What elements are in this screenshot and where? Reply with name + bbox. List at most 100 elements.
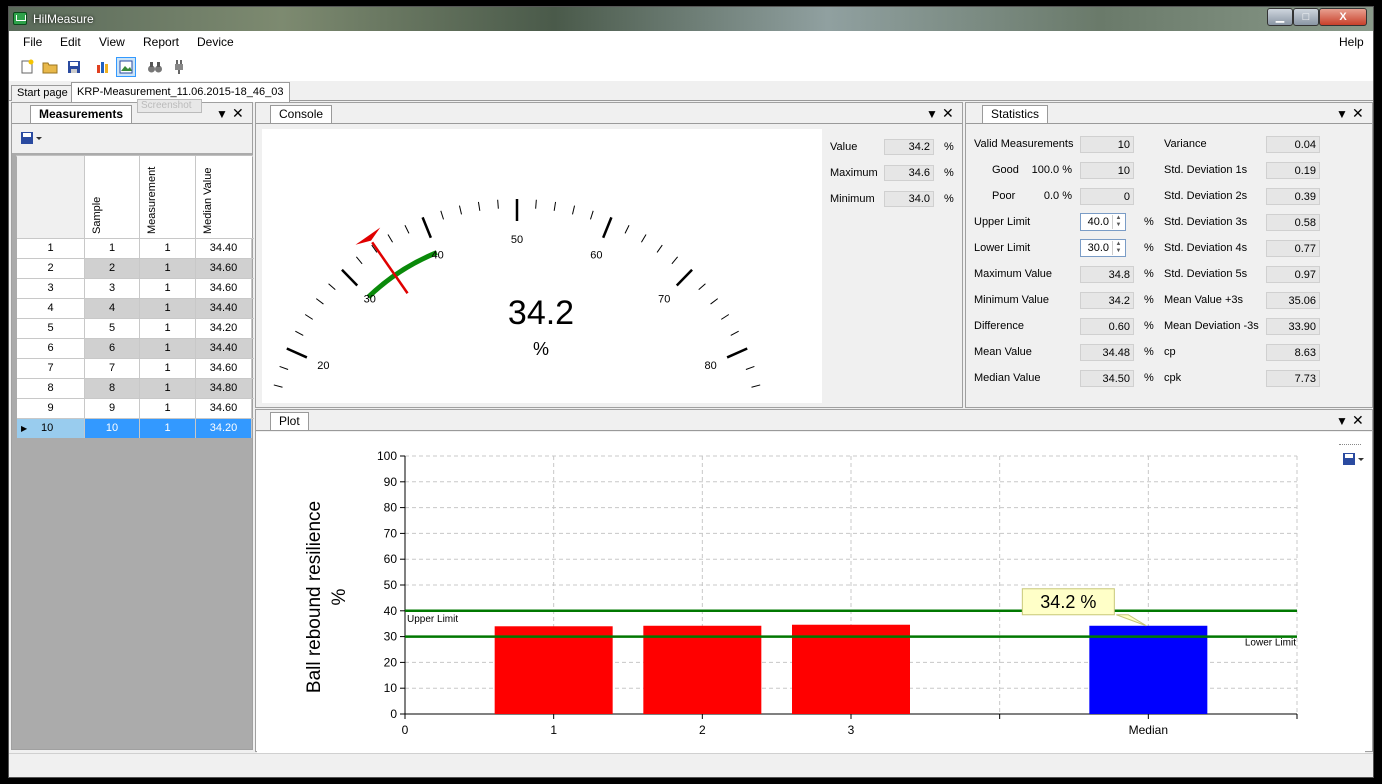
row-header[interactable]: 8 <box>17 379 85 398</box>
row-header[interactable]: 9 <box>17 399 85 418</box>
cell-measurement[interactable]: 1 <box>140 279 196 298</box>
plot-save-icon[interactable] <box>1342 452 1364 469</box>
cell-measurement[interactable]: 1 <box>140 359 196 378</box>
menu-report[interactable]: Report <box>143 35 179 49</box>
open-icon[interactable] <box>40 57 60 77</box>
col-header-measurement[interactable]: Measurement <box>140 156 196 238</box>
measurements-tab[interactable]: Measurements <box>30 105 133 123</box>
cell-measurement[interactable]: 1 <box>140 399 196 418</box>
menu-file[interactable]: File <box>23 35 42 49</box>
pane-dropdown-icon[interactable]: ▼ <box>216 107 228 121</box>
plot-dropdown-icon[interactable]: ▼ <box>1336 414 1348 428</box>
cell-median[interactable]: 34.20 <box>196 419 252 438</box>
cell-sample[interactable]: 9 <box>85 399 140 418</box>
cell-median[interactable]: 34.60 <box>196 279 252 298</box>
console-close-icon[interactable]: ✕ <box>942 105 954 122</box>
cell-measurement[interactable]: 1 <box>140 379 196 398</box>
gauge-major-tick <box>675 268 693 287</box>
maximize-button[interactable]: □ <box>1293 8 1319 26</box>
console-tab[interactable]: Console <box>270 105 333 123</box>
cell-median[interactable]: 34.60 <box>196 259 252 278</box>
stat-value: 0 <box>1080 188 1134 205</box>
cell-measurement[interactable]: 1 <box>140 339 196 358</box>
row-header[interactable]: 10 <box>17 419 85 438</box>
cell-median[interactable]: 34.60 <box>196 399 252 418</box>
bar[interactable] <box>643 625 762 714</box>
table-row[interactable]: 7 7 1 34.60 <box>17 358 254 378</box>
table-row[interactable]: 9 9 1 34.60 <box>17 398 254 418</box>
table-row[interactable]: 1 1 1 34.40 <box>17 238 254 258</box>
gauge-tick-label: 70 <box>658 293 670 305</box>
cell-sample[interactable]: 1 <box>85 239 140 258</box>
cell-measurement[interactable]: 1 <box>140 299 196 318</box>
cell-median[interactable]: 34.80 <box>196 379 252 398</box>
cell-sample[interactable]: 3 <box>85 279 140 298</box>
bar[interactable] <box>1089 625 1208 714</box>
cell-median[interactable]: 34.40 <box>196 339 252 358</box>
grid-corner <box>17 156 85 238</box>
spinner-arrows-icon[interactable]: ▲ ▼ <box>1112 215 1124 229</box>
col-header-median[interactable]: Median Value <box>196 156 252 238</box>
grid-save-icon[interactable] <box>20 131 42 148</box>
cell-sample[interactable]: 2 <box>85 259 140 278</box>
row-header[interactable]: 6 <box>17 339 85 358</box>
toolbar <box>9 53 1373 81</box>
menu-help[interactable]: Help <box>1339 35 1364 49</box>
table-row[interactable]: 4 4 1 34.40 <box>17 298 254 318</box>
table-row[interactable]: 10 10 1 34.20 ▶ <box>17 418 254 438</box>
row-header[interactable]: 5 <box>17 319 85 338</box>
menu-device[interactable]: Device <box>197 35 234 49</box>
cell-sample[interactable]: 4 <box>85 299 140 318</box>
cell-sample[interactable]: 10 <box>85 419 140 438</box>
row-header[interactable]: 4 <box>17 299 85 318</box>
table-row[interactable]: 3 3 1 34.60 <box>17 278 254 298</box>
cell-sample[interactable]: 7 <box>85 359 140 378</box>
cell-median[interactable]: 34.40 <box>196 299 252 318</box>
cell-median[interactable]: 34.40 <box>196 239 252 258</box>
cell-sample[interactable]: 8 <box>85 379 140 398</box>
table-row[interactable]: 5 5 1 34.20 <box>17 318 254 338</box>
chart-icon[interactable] <box>93 57 113 77</box>
console-dropdown-icon[interactable]: ▼ <box>926 107 938 121</box>
close-button[interactable]: X <box>1319 8 1367 26</box>
row-header[interactable]: 7 <box>17 359 85 378</box>
row-header[interactable]: 2 <box>17 259 85 278</box>
row-header[interactable]: 1 <box>17 239 85 258</box>
bar[interactable] <box>792 624 910 714</box>
row-header[interactable]: 3 <box>17 279 85 298</box>
cell-measurement[interactable]: 1 <box>140 319 196 338</box>
pane-close-icon[interactable]: ✕ <box>232 105 244 122</box>
menu-edit[interactable]: Edit <box>60 35 81 49</box>
cell-measurement[interactable]: 1 <box>140 239 196 258</box>
plot-tab[interactable]: Plot <box>270 412 309 430</box>
table-row[interactable]: 8 8 1 34.80 <box>17 378 254 398</box>
save-icon[interactable] <box>64 57 84 77</box>
table-row[interactable]: 6 6 1 34.40 <box>17 338 254 358</box>
cell-median[interactable]: 34.60 <box>196 359 252 378</box>
spinner-arrows-icon[interactable]: ▲ ▼ <box>1112 241 1124 255</box>
minimize-button[interactable]: ▁ <box>1267 8 1293 26</box>
new-icon[interactable] <box>17 57 37 77</box>
tab-start-page[interactable]: Start page <box>11 85 74 101</box>
screenshot-icon[interactable] <box>116 57 136 77</box>
binoculars-icon[interactable] <box>145 57 165 77</box>
lower-limit-spinner[interactable]: 30.0 ▲ ▼ <box>1080 239 1126 257</box>
stat-value: 35.06 <box>1266 292 1320 309</box>
cell-median[interactable]: 34.20 <box>196 319 252 338</box>
statistics-dropdown-icon[interactable]: ▼ <box>1336 107 1348 121</box>
cell-sample[interactable]: 6 <box>85 339 140 358</box>
col-header-sample[interactable]: Sample <box>85 156 140 238</box>
statistics-tab[interactable]: Statistics <box>982 105 1049 123</box>
menu-view[interactable]: View <box>99 35 125 49</box>
bar[interactable] <box>494 626 613 714</box>
upper-limit-spinner[interactable]: 40.0 ▲ ▼ <box>1080 213 1126 231</box>
plot-close-icon[interactable]: ✕ <box>1352 412 1364 429</box>
plug-icon[interactable] <box>169 57 189 77</box>
statistics-close-icon[interactable]: ✕ <box>1352 105 1364 122</box>
title-bar[interactable]: HilMeasure ▁ □ X <box>9 7 1373 31</box>
cell-measurement[interactable]: 1 <box>140 419 196 438</box>
cell-sample[interactable]: 5 <box>85 319 140 338</box>
table-row[interactable]: 2 2 1 34.60 <box>17 258 254 278</box>
gauge-minor-tick <box>640 234 647 243</box>
cell-measurement[interactable]: 1 <box>140 259 196 278</box>
